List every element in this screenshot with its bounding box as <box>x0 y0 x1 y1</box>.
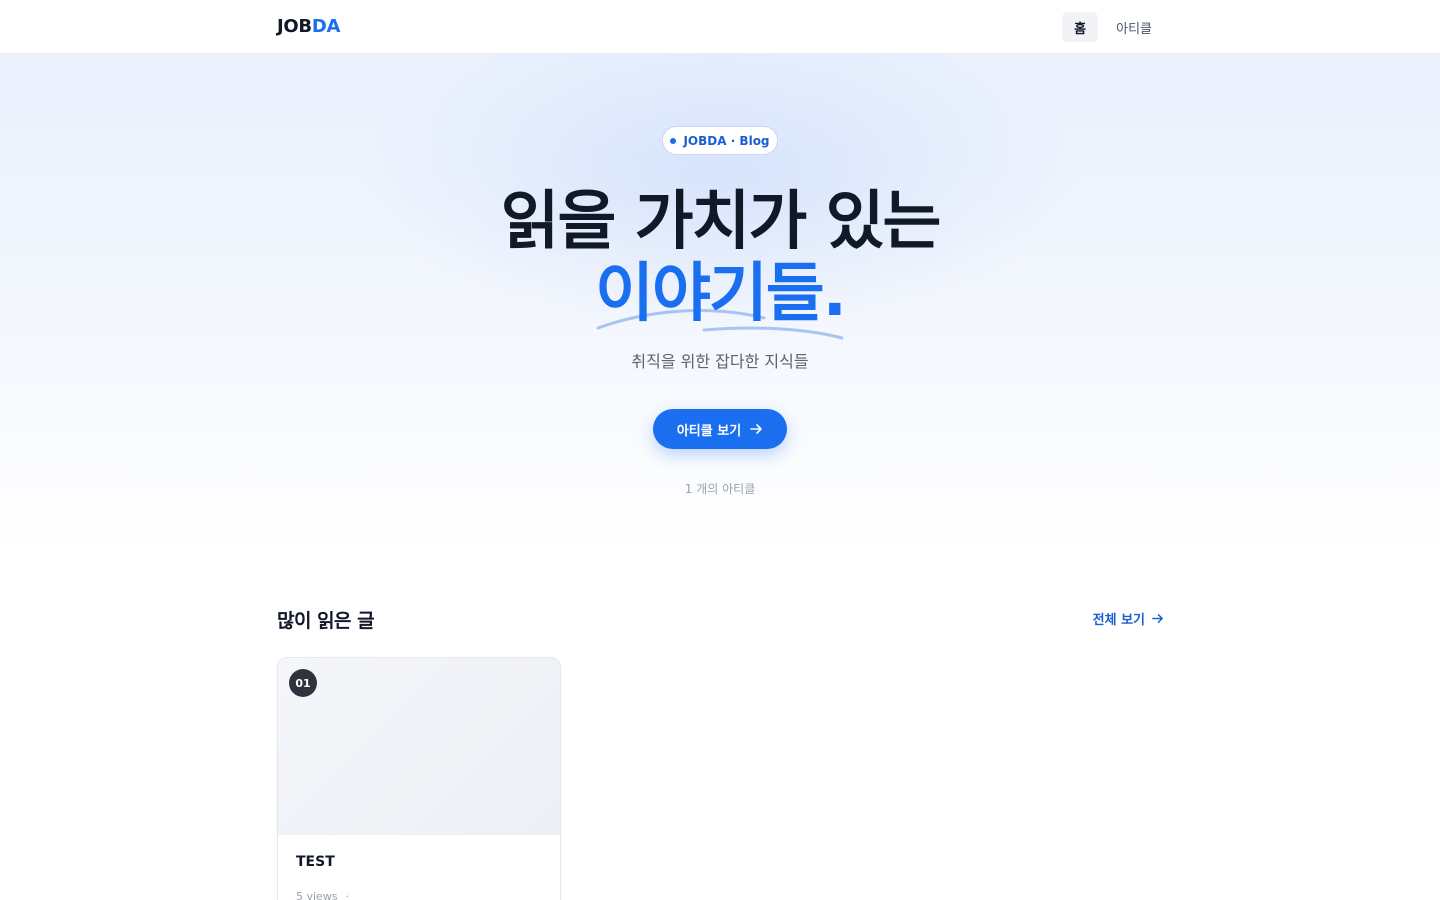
view-articles-label: 아티클 보기 <box>676 423 742 439</box>
article-thumbnail: 01 <box>278 658 560 835</box>
popular-heading: 많이 읽은 글 <box>277 610 375 632</box>
dot-icon <box>670 137 677 144</box>
hero-title-line1: 읽을 가치가 있는 <box>500 185 942 259</box>
article-views: 5 views <box>296 890 338 900</box>
article-card[interactable]: 01 TEST 5 views · <box>277 657 561 900</box>
hero-section: JOBDA · Blog 읽을 가치가 있는 이야기들. 취직을 위한 잡다한 … <box>0 54 1440 554</box>
logo-accent-text: DA <box>311 16 341 37</box>
view-all-link[interactable]: 전체 보기 <box>1093 609 1164 628</box>
article-title: TEST <box>296 854 335 870</box>
nav-item-articles[interactable]: 아티클 <box>1104 12 1164 42</box>
view-all-label: 전체 보기 <box>1092 613 1145 628</box>
site-logo[interactable]: JOBDA <box>277 16 340 37</box>
rank-badge: 01 <box>289 669 317 697</box>
site-header: JOBDA 홈 아티클 <box>0 0 1440 54</box>
meta-separator: · <box>345 890 350 900</box>
view-articles-button[interactable]: 아티클 보기 <box>653 409 787 449</box>
arrow-right-icon <box>750 424 762 434</box>
blog-badge: JOBDA · Blog <box>662 126 778 155</box>
hero-title-line2: 이야기들. <box>595 257 847 331</box>
nav-item-home[interactable]: 홈 <box>1062 12 1099 42</box>
main-nav: 홈 아티클 <box>1062 12 1164 42</box>
arrow-right-icon <box>1152 614 1163 623</box>
hero-subtitle: 취직을 위한 잡다한 지식들 <box>631 352 809 371</box>
article-meta: 5 views · <box>296 890 349 900</box>
logo-text: JOB <box>277 16 312 37</box>
article-count: 1 개의 아티클 <box>684 482 756 496</box>
blog-badge-label: JOBDA · Blog <box>683 133 770 148</box>
